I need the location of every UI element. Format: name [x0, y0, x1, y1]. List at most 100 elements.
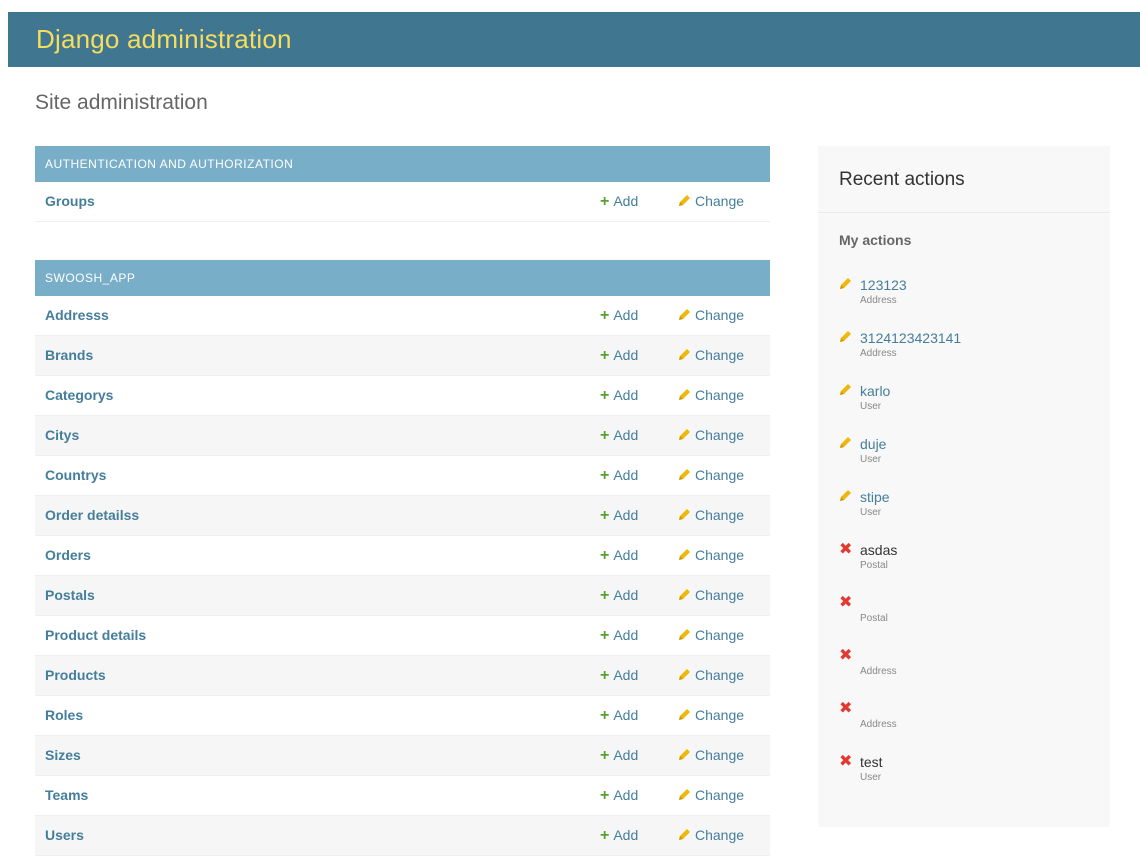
add-link[interactable]: + Add: [600, 696, 638, 735]
add-link[interactable]: + Add: [600, 182, 638, 221]
model-row: Orders + Add Change: [35, 536, 770, 576]
add-link[interactable]: + Add: [600, 336, 638, 375]
add-label: Add: [613, 587, 639, 603]
model-link-sizes[interactable]: Sizes: [45, 736, 81, 775]
change-link[interactable]: Change: [678, 456, 744, 495]
change-label: Change: [695, 467, 745, 483]
change-label: Change: [695, 707, 745, 723]
plus-icon: +: [600, 387, 610, 404]
recent-action-link[interactable]: 123123: [860, 276, 907, 294]
model-link-postals[interactable]: Postals: [45, 576, 95, 615]
model-link-orders[interactable]: Orders: [45, 536, 91, 575]
change-link[interactable]: Change: [678, 376, 744, 415]
module-caption[interactable]: Swoosh_app: [35, 260, 770, 296]
pencil-icon: [679, 429, 690, 441]
module-caption[interactable]: Authentication and Authorization: [35, 146, 770, 182]
recent-action-link[interactable]: stipe: [860, 488, 890, 506]
add-link[interactable]: + Add: [600, 536, 638, 575]
change-label: Change: [695, 627, 745, 643]
add-label: Add: [613, 467, 639, 483]
plus-icon: +: [600, 827, 610, 844]
add-link[interactable]: + Add: [600, 296, 638, 335]
change-link[interactable]: Change: [678, 576, 744, 615]
change-link[interactable]: Change: [678, 536, 744, 575]
model-link-groups[interactable]: Groups: [45, 182, 95, 221]
recent-action-link[interactable]: 3124123423141: [860, 329, 961, 347]
pencil-icon: [679, 549, 690, 561]
model-link-roles[interactable]: Roles: [45, 696, 83, 735]
model-row: Postals + Add Change: [35, 576, 770, 616]
add-label: Add: [613, 827, 639, 843]
change-link[interactable]: Change: [678, 336, 744, 375]
change-link[interactable]: Change: [678, 182, 744, 221]
change-link[interactable]: Change: [678, 496, 744, 535]
plus-icon: +: [600, 667, 610, 684]
add-link[interactable]: + Add: [600, 776, 638, 815]
recent-action-link[interactable]: duje: [860, 435, 886, 453]
model-link-categorys[interactable]: Categorys: [45, 376, 113, 415]
change-label: Change: [695, 507, 745, 523]
model-link-countrys[interactable]: Countrys: [45, 456, 106, 495]
pencil-icon: [679, 829, 690, 841]
model-link-products[interactable]: Products: [45, 656, 106, 695]
model-row: Countrys + Add Change: [35, 456, 770, 496]
recent-actions-title: Recent actions: [818, 146, 1110, 213]
model-link-addresss[interactable]: Addresss: [45, 296, 109, 335]
add-link[interactable]: + Add: [600, 656, 638, 695]
add-label: Add: [613, 707, 639, 723]
change-label: Change: [695, 427, 745, 443]
recent-action-link: asdas: [860, 542, 898, 558]
pencil-icon: [839, 383, 853, 399]
add-label: Add: [613, 507, 639, 523]
plus-icon: +: [600, 467, 610, 484]
model-link-brands[interactable]: Brands: [45, 336, 93, 375]
model-row: Sizes + Add Change: [35, 736, 770, 776]
plus-icon: +: [600, 547, 610, 564]
pencil-icon: [839, 277, 853, 293]
site-branding-link[interactable]: Django administration: [36, 24, 292, 55]
pencil-icon: [839, 330, 853, 346]
add-link[interactable]: + Add: [600, 456, 638, 495]
change-link[interactable]: Change: [678, 416, 744, 455]
change-link[interactable]: Change: [678, 696, 744, 735]
change-label: Change: [695, 193, 745, 209]
change-label: Change: [695, 587, 745, 603]
plus-icon: +: [600, 707, 610, 724]
x-icon: ✖: [839, 594, 853, 611]
change-link[interactable]: Change: [678, 776, 744, 815]
model-link-users[interactable]: Users: [45, 816, 84, 855]
model-link-citys[interactable]: Citys: [45, 416, 79, 455]
add-label: Add: [613, 627, 639, 643]
add-link[interactable]: + Add: [600, 376, 638, 415]
model-link-product-details[interactable]: Product details: [45, 616, 146, 655]
model-link-order-detailss[interactable]: Order detailss: [45, 496, 139, 535]
add-link[interactable]: + Add: [600, 416, 638, 455]
change-label: Change: [695, 747, 745, 763]
add-link[interactable]: + Add: [600, 736, 638, 775]
recent-action-type: Address: [860, 666, 897, 677]
recent-action-link[interactable]: karlo: [860, 382, 890, 400]
model-row: Products + Add Change: [35, 656, 770, 696]
model-link-teams[interactable]: Teams: [45, 776, 88, 815]
pencil-icon: [679, 789, 690, 801]
add-link[interactable]: + Add: [600, 616, 638, 655]
change-link[interactable]: Change: [678, 616, 744, 655]
change-label: Change: [695, 547, 745, 563]
change-link[interactable]: Change: [678, 816, 744, 855]
plus-icon: +: [600, 747, 610, 764]
page-title: Site administration: [35, 91, 208, 114]
change-link[interactable]: Change: [678, 736, 744, 775]
add-link[interactable]: + Add: [600, 496, 638, 535]
add-link[interactable]: + Add: [600, 576, 638, 615]
recent-action-type: User: [860, 454, 882, 465]
change-link[interactable]: Change: [678, 656, 744, 695]
add-label: Add: [613, 667, 639, 683]
change-label: Change: [695, 307, 745, 323]
site-header: Django administration: [8, 12, 1140, 67]
x-icon: ✖: [839, 541, 853, 558]
change-link[interactable]: Change: [678, 296, 744, 335]
model-row: Groups + Add Change: [35, 182, 770, 222]
recent-action-type: User: [860, 772, 882, 783]
add-link[interactable]: + Add: [600, 816, 638, 855]
x-icon: ✖: [839, 647, 853, 664]
